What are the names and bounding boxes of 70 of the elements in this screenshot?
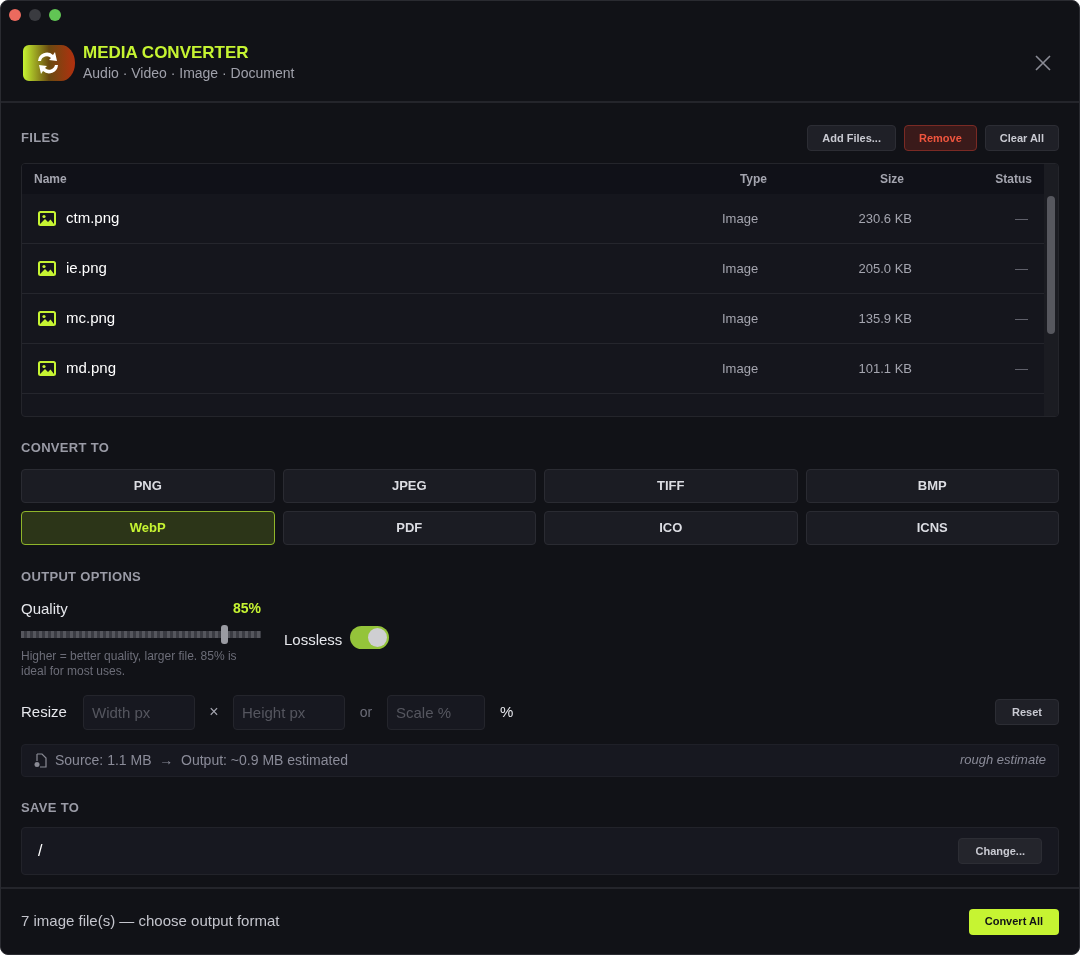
section-heading: FILES — [21, 129, 60, 148]
file-status: — — [1014, 359, 1028, 378]
file-icon — [34, 752, 47, 768]
section-heading: SAVE TO — [21, 798, 81, 817]
section-heading: OUTPUT OPTIONS — [21, 567, 143, 586]
convert-all-button[interactable]: Convert All — [968, 908, 1059, 935]
file-row[interactable]: mc.png Image 135.9 KB — — [22, 294, 1044, 344]
change-button[interactable]: Change... — [958, 838, 1042, 864]
quality-hint: Higher = better quality, larger file. 85% is ideal for most uses. — [21, 648, 238, 679]
format-button[interactable]: WebP — [21, 510, 275, 545]
format-button[interactable]: ICO — [544, 510, 798, 545]
percent-unit: % — [500, 701, 514, 722]
file-name: ctm.png — [66, 208, 120, 229]
file-name: md.png — [66, 358, 117, 379]
app-logo-icon — [21, 43, 75, 83]
toolbar-button[interactable]: Clear All — [984, 125, 1059, 151]
format-button[interactable]: BMP — [805, 468, 1059, 503]
column-header: Type — [738, 171, 767, 188]
scrollbar-thumb[interactable] — [1047, 196, 1055, 334]
app-title: MEDIA CONVERTER — [83, 41, 250, 64]
file-row[interactable]: ctm.png Image 230.6 KB — — [22, 194, 1044, 244]
lossless-label: Lossless — [284, 630, 343, 650]
height-input-field[interactable]: Height px — [233, 694, 345, 730]
app-subtitle: Audio · Video · Image · Document — [83, 64, 295, 84]
file-status: — — [1014, 209, 1028, 228]
image-icon — [38, 311, 56, 326]
save-path: / — [38, 841, 43, 861]
format-button[interactable]: ICNS — [805, 510, 1059, 545]
estimate-text: Source: 1.1 MB → Output: ~0.9 MB estimated — [55, 750, 348, 770]
footer-status: 7 image file(s) — choose output format — [21, 911, 280, 932]
image-icon — [38, 211, 56, 226]
toolbar-button[interactable]: Add Files... — [807, 125, 896, 151]
file-status: — — [1014, 259, 1028, 278]
image-icon — [38, 261, 56, 276]
file-name: ie.png — [66, 258, 107, 279]
estimate-note: rough estimate — [960, 751, 1046, 770]
file-type: Image — [722, 259, 760, 278]
format-button[interactable]: TIFF — [544, 468, 798, 503]
file-type: Image — [722, 209, 760, 228]
file-size: 101.1 KB — [857, 359, 912, 378]
slider-thumb[interactable] — [221, 625, 228, 644]
column-header: Size — [879, 171, 904, 188]
lossless-toggle[interactable] — [350, 626, 390, 649]
file-size: 230.6 KB — [857, 209, 912, 228]
column-header: Status — [994, 171, 1032, 188]
file-status: — — [1014, 309, 1028, 328]
section-heading: CONVERT TO — [21, 439, 111, 457]
quality-reading: 85% — [232, 599, 261, 618]
width-input-field[interactable]: Width px — [83, 694, 195, 730]
format-button[interactable]: PDF — [282, 510, 536, 545]
resize-label: Resize — [21, 701, 68, 722]
file-type: Image — [722, 309, 760, 328]
quality-label: Quality — [21, 599, 68, 619]
toolbar-button[interactable]: Remove — [903, 125, 977, 151]
file-row[interactable]: ie.png Image 205.0 KB — — [22, 244, 1044, 294]
close-icon[interactable] — [1035, 55, 1051, 71]
scale-input-field[interactable]: Scale % — [387, 694, 485, 730]
file-size: 135.9 KB — [857, 309, 912, 328]
file-name: mc.png — [66, 308, 116, 329]
format-button[interactable]: JPEG — [282, 468, 536, 503]
or-label: or — [358, 702, 374, 722]
reset-button[interactable]: Reset — [995, 699, 1059, 725]
times-sign: × — [208, 702, 220, 722]
file-type: Image — [722, 359, 760, 378]
quality-slider[interactable] — [21, 624, 261, 645]
column-header: Name — [34, 171, 68, 188]
image-icon — [38, 361, 56, 376]
file-size: 205.0 KB — [857, 259, 912, 278]
file-row[interactable]: md.png Image 101.1 KB — — [22, 344, 1044, 394]
format-button[interactable]: PNG — [21, 468, 275, 503]
